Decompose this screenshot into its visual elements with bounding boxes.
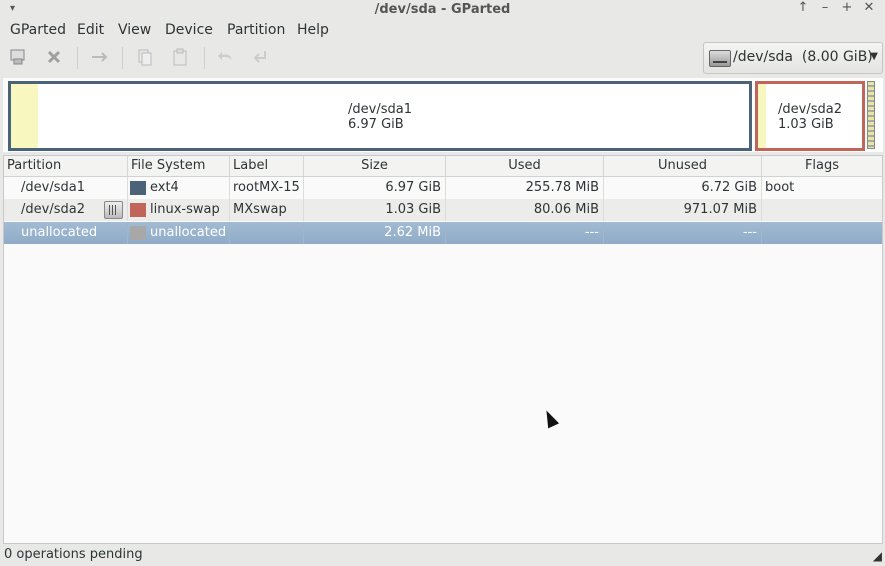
menu-help[interactable]: Help: [297, 22, 329, 38]
unused-cell: 6.72 GiB: [604, 177, 762, 199]
menu-gparted[interactable]: GParted: [10, 22, 66, 38]
partition-label: /dev/sda1 6.97 GiB: [348, 102, 412, 132]
menu-bar: GParted Edit View Device Partition Help: [0, 19, 885, 41]
disk-map: /dev/sda1 6.97 GiB /dev/sda2 1.03 GiB: [3, 78, 883, 152]
partition-cell: /dev/sda2: [4, 199, 128, 221]
device-selector[interactable]: /dev/sda (8.00 GiB) ▼: [703, 42, 883, 74]
label-cell: MXswap: [230, 199, 304, 221]
lock-icon: [104, 201, 123, 219]
unused-cell: ---: [604, 222, 762, 244]
table-row[interactable]: /dev/sda1 ext4 rootMX-15 6.97 GiB 255.78…: [4, 177, 882, 199]
filesystem-color-swatch: [130, 226, 146, 240]
flags-cell: [762, 222, 882, 244]
partition-cell: /dev/sda1: [4, 177, 128, 199]
column-label[interactable]: Label: [230, 156, 304, 176]
used-space-bar: [758, 84, 766, 148]
filesystem-cell: ext4: [128, 177, 230, 199]
chevron-down-icon: ▼: [870, 51, 878, 62]
new-partition-icon[interactable]: [6, 47, 30, 69]
table-header: Partition File System Label Size Used Un…: [4, 156, 882, 177]
toolbar-separator: [77, 47, 78, 69]
table-row[interactable]: /dev/sda2 linux-swap MXswap 1.03 GiB 80.…: [4, 199, 882, 221]
filesystem-color-swatch: [130, 181, 146, 195]
copy-icon[interactable]: [133, 47, 157, 69]
partition-table: Partition File System Label Size Used Un…: [3, 155, 883, 544]
label-cell: [230, 222, 304, 244]
menu-partition[interactable]: Partition: [227, 22, 285, 38]
column-partition[interactable]: Partition: [4, 156, 128, 176]
used-space-bar: [11, 84, 38, 148]
flags-cell: [762, 199, 882, 221]
column-unused[interactable]: Unused: [604, 156, 762, 176]
column-filesystem[interactable]: File System: [128, 156, 230, 176]
keep-above-button[interactable]: ↑: [794, 0, 812, 15]
disk-map-unallocated[interactable]: [867, 81, 875, 149]
disk-map-partition-sda1[interactable]: /dev/sda1 6.97 GiB: [8, 81, 752, 151]
status-text: 0 operations pending: [4, 547, 143, 562]
menu-device[interactable]: Device: [165, 22, 213, 38]
size-cell: 6.97 GiB: [304, 177, 446, 199]
minimize-button[interactable]: –: [816, 0, 834, 15]
filesystem-color-swatch: [130, 203, 146, 217]
column-flags[interactable]: Flags: [762, 156, 882, 176]
status-bar: 0 operations pending ◢: [0, 545, 885, 566]
close-button[interactable]: ✕: [860, 0, 878, 15]
title-bar: ▾ /dev/sda - GParted ↑ – + ✕: [0, 0, 885, 19]
paste-icon[interactable]: [168, 47, 192, 69]
size-cell: 1.03 GiB: [304, 199, 446, 221]
window-title: /dev/sda - GParted: [374, 2, 511, 17]
maximize-button[interactable]: +: [838, 0, 856, 15]
column-size[interactable]: Size: [304, 156, 446, 176]
toolbar-separator: [122, 47, 123, 69]
menu-edit[interactable]: Edit: [77, 22, 104, 38]
device-selector-label: /dev/sda (8.00 GiB): [733, 49, 873, 65]
size-cell: 2.62 MiB: [304, 222, 446, 244]
resize-move-icon[interactable]: [87, 47, 111, 69]
flags-cell: boot: [765, 180, 795, 195]
filesystem-cell: linux-swap: [128, 199, 230, 221]
used-cell: 255.78 MiB: [446, 177, 604, 199]
harddisk-icon: [709, 50, 731, 67]
unused-cell: 971.07 MiB: [604, 199, 762, 221]
used-cell: 80.06 MiB: [446, 199, 604, 221]
partition-label: /dev/sda2 1.03 GiB: [778, 102, 842, 132]
filesystem-cell: unallocated: [128, 222, 230, 244]
toolbar-separator: [204, 47, 205, 69]
disk-map-partition-sda2[interactable]: /dev/sda2 1.03 GiB: [755, 81, 865, 151]
label-cell: rootMX-15: [230, 177, 304, 199]
resize-grip-icon[interactable]: ◢: [873, 549, 882, 563]
used-cell: ---: [446, 222, 604, 244]
undo-icon[interactable]: [214, 47, 238, 69]
menu-view[interactable]: View: [118, 22, 151, 38]
table-row[interactable]: unallocated unallocated 2.62 MiB --- ---: [4, 222, 882, 244]
apply-icon[interactable]: [248, 47, 272, 69]
column-used[interactable]: Used: [446, 156, 604, 176]
partition-cell: unallocated: [4, 222, 128, 244]
delete-icon[interactable]: [42, 47, 66, 69]
